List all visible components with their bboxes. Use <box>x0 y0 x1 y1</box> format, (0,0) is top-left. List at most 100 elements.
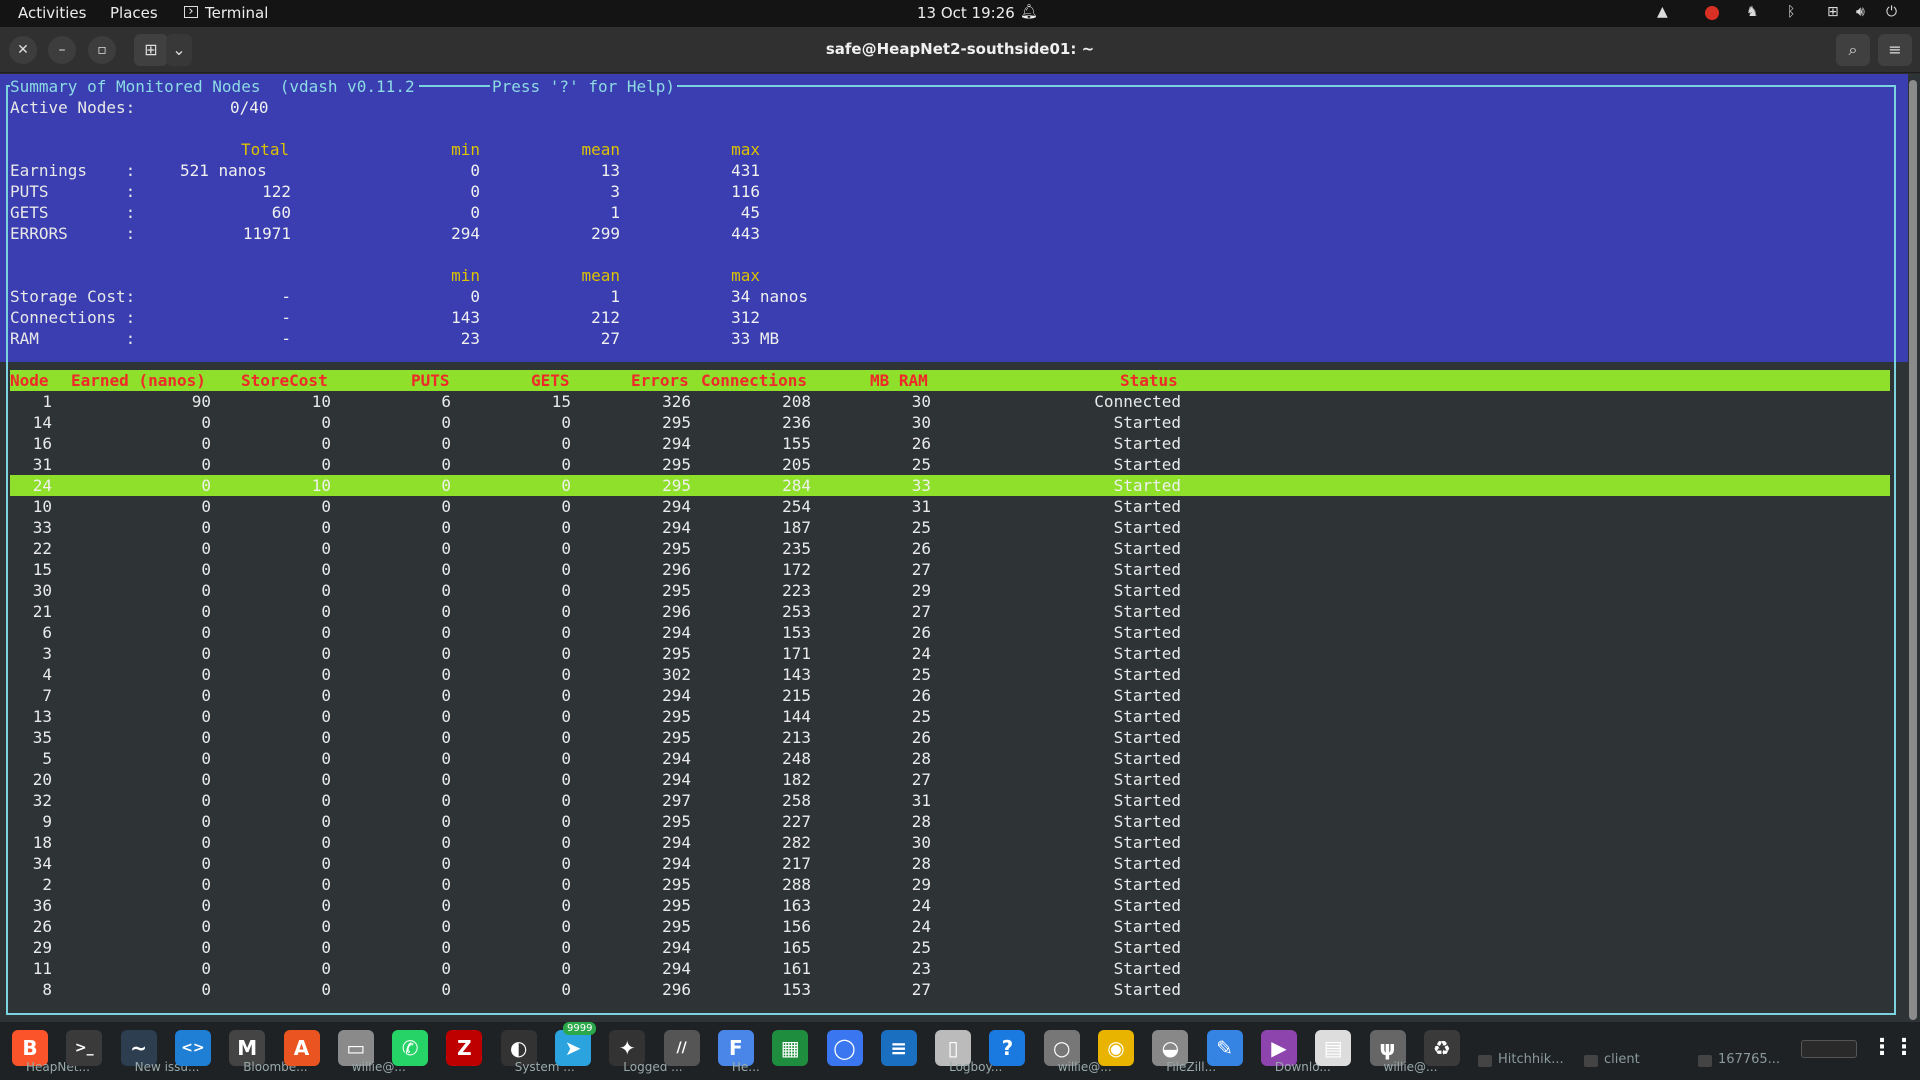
table-row[interactable]: 6 0 0 0 0 294 153 26 Started <box>10 622 1890 643</box>
document-icon[interactable]: ≡ <box>880 1030 917 1066</box>
table-row[interactable]: 30 0 0 0 0 295 223 29 Started <box>10 580 1890 601</box>
notification-bell-icon[interactable]: 🔔︎ <box>1020 4 1038 20</box>
table-row[interactable]: 9 0 0 0 0 295 227 28 Started <box>10 811 1890 832</box>
cell-node: 29 <box>32 938 52 957</box>
col-status[interactable]: Status <box>1120 370 1178 391</box>
cell-earned: 0 <box>201 476 211 495</box>
cell-status: Started <box>1113 770 1181 789</box>
table-row[interactable]: 35 0 0 0 0 295 213 26 Started <box>10 727 1890 748</box>
table-row[interactable]: 15 0 0 0 0 296 172 27 Started <box>10 559 1890 580</box>
col-earned[interactable]: Earned (nanos) <box>71 370 206 391</box>
cell-earned: 0 <box>201 728 211 747</box>
table-row[interactable]: 31 0 0 0 0 295 205 25 Started <box>10 454 1890 475</box>
table-row[interactable]: 11 0 0 0 0 294 161 23 Started <box>10 958 1890 979</box>
filezilla-icon[interactable]: Z <box>446 1030 483 1066</box>
col-mb-ram[interactable]: MB RAM <box>870 370 928 391</box>
cell-mb-ram: 27 <box>911 560 931 579</box>
col-storecost[interactable]: StoreCost <box>241 370 328 391</box>
app-grid-icon[interactable]: ⋮⋮ <box>1871 1030 1915 1066</box>
table-row[interactable]: 10 0 0 0 0 294 254 31 Started <box>10 496 1890 517</box>
table-row[interactable]: 2 0 0 0 0 295 288 29 Started <box>10 874 1890 895</box>
task-button[interactable]: Hitchhik... <box>1478 1052 1578 1074</box>
stat-mean: 212 <box>591 308 620 327</box>
stat-mean: 1 <box>610 203 620 222</box>
volume-icon[interactable]: 🔊︎ <box>1856 4 1865 20</box>
terminal-scrollbar[interactable] <box>1909 80 1917 1020</box>
cell-gets: 0 <box>561 791 571 810</box>
cell-earned: 0 <box>201 707 211 726</box>
stat-label: ERRORS : <box>10 224 136 243</box>
cell-node: 13 <box>32 707 52 726</box>
search-icon[interactable]: ⌕ <box>1836 34 1870 66</box>
cell-connections: 155 <box>782 434 811 453</box>
archive-icon[interactable]: ▤ <box>1315 1030 1352 1066</box>
table-row[interactable]: 18 0 0 0 0 294 282 30 Started <box>10 832 1890 853</box>
col-connections[interactable]: Connections <box>701 370 807 391</box>
spreadsheet-icon[interactable]: ▦ <box>772 1030 809 1066</box>
help-icon[interactable]: ? <box>989 1030 1026 1066</box>
cell-status: Started <box>1113 560 1181 579</box>
app-icon-12[interactable]: // <box>663 1030 700 1066</box>
task-button[interactable]: 167765... <box>1698 1052 1798 1074</box>
terminal-view[interactable]: Summary of Monitored Nodes (vdash v0.11.… <box>0 74 1920 1024</box>
chrome-tray-icon[interactable] <box>1705 6 1719 20</box>
cell-connections: 208 <box>782 392 811 411</box>
table-row[interactable]: 14 0 0 0 0 295 236 30 Started <box>10 412 1890 433</box>
cell-storecost: 0 <box>321 434 331 453</box>
cell-storecost: 0 <box>321 938 331 957</box>
table-row[interactable]: 7 0 0 0 0 294 215 26 Started <box>10 685 1890 706</box>
table-row[interactable]: 8 0 0 0 0 296 153 27 Started <box>10 979 1890 1000</box>
table-row[interactable]: 29 0 0 0 0 294 165 25 Started <box>10 937 1890 958</box>
power-icon[interactable]: ⏻ <box>1886 4 1897 20</box>
col-gets[interactable]: GETS <box>531 370 570 391</box>
places-menu[interactable]: Places <box>110 4 158 22</box>
table-row[interactable]: 16 0 0 0 0 294 155 26 Started <box>10 433 1890 454</box>
cell-status: Started <box>1113 812 1181 831</box>
table-row[interactable]: 3 0 0 0 0 295 171 24 Started <box>10 643 1890 664</box>
table-row[interactable]: 20 0 0 0 0 294 182 27 Started <box>10 769 1890 790</box>
whatsapp-icon[interactable]: ✆ <box>392 1030 429 1066</box>
col-puts[interactable]: PUTS <box>411 370 450 391</box>
rhythmbox-icon[interactable]: ◉ <box>1098 1030 1134 1066</box>
signal-icon[interactable]: ◯ <box>826 1030 863 1066</box>
cell-gets: 0 <box>561 665 571 684</box>
bluetooth-icon[interactable]: ᛒ <box>1787 4 1795 20</box>
table-row[interactable]: 26 0 0 0 0 295 156 24 Started <box>10 916 1890 937</box>
task-button[interactable]: client <box>1584 1052 1684 1074</box>
col-errors[interactable]: Errors <box>631 370 689 391</box>
app-menu[interactable]: Terminal <box>205 4 268 22</box>
cell-storecost: 0 <box>321 980 331 999</box>
table-row[interactable]: 22 0 0 0 0 295 235 26 Started <box>10 538 1890 559</box>
col-node[interactable]: Node <box>10 370 49 391</box>
clock[interactable]: 13 Oct 19:26 <box>917 4 1015 22</box>
activities-button[interactable]: Activities <box>18 4 86 22</box>
software-center-icon[interactable]: A <box>283 1030 320 1066</box>
table-row[interactable]: 34 0 0 0 0 294 217 28 Started <box>10 853 1890 874</box>
table-row[interactable]: 21 0 0 0 0 296 253 27 Started <box>10 601 1890 622</box>
telegram-icon[interactable]: ➤ <box>555 1030 591 1066</box>
table-row[interactable]: 4 0 0 0 0 302 143 25 Started <box>10 664 1890 685</box>
trash-icon[interactable]: ♻ <box>1423 1030 1460 1066</box>
table-row[interactable]: 5 0 0 0 0 294 248 28 Started <box>10 748 1890 769</box>
vscode-icon[interactable]: <> <box>174 1030 211 1066</box>
workspace-indicator[interactable] <box>1801 1040 1857 1058</box>
cell-status: Started <box>1113 602 1181 621</box>
table-row[interactable]: 36 0 0 0 0 295 163 24 Started <box>10 895 1890 916</box>
table-row[interactable]: 1 90 10 6 15 326 208 30 Connected <box>10 391 1890 412</box>
table-row[interactable]: 32 0 0 0 0 297 258 31 Started <box>10 790 1890 811</box>
upload-icon[interactable]: ▲ <box>1657 4 1668 20</box>
tray-app-icon[interactable]: ♞ <box>1746 4 1759 20</box>
max-header-2: max <box>731 266 760 285</box>
cell-status: Started <box>1113 686 1181 705</box>
cell-node: 8 <box>42 980 52 999</box>
stat-mean: 13 <box>600 161 620 180</box>
text-editor-icon[interactable]: ✎ <box>1206 1030 1243 1066</box>
cell-node: 24 <box>32 476 52 495</box>
table-row[interactable]: 33 0 0 0 0 294 187 25 Started <box>10 517 1890 538</box>
table-row[interactable]: 13 0 0 0 0 295 144 25 Started <box>10 706 1890 727</box>
table-row[interactable]: 24 0 10 0 0 295 284 33 Started <box>10 475 1890 496</box>
cell-gets: 0 <box>561 539 571 558</box>
terminal-icon[interactable]: >_ <box>66 1030 103 1066</box>
network-icon[interactable]: ⊞ <box>1827 4 1839 20</box>
hamburger-menu-icon[interactable]: ≡ <box>1878 34 1912 66</box>
